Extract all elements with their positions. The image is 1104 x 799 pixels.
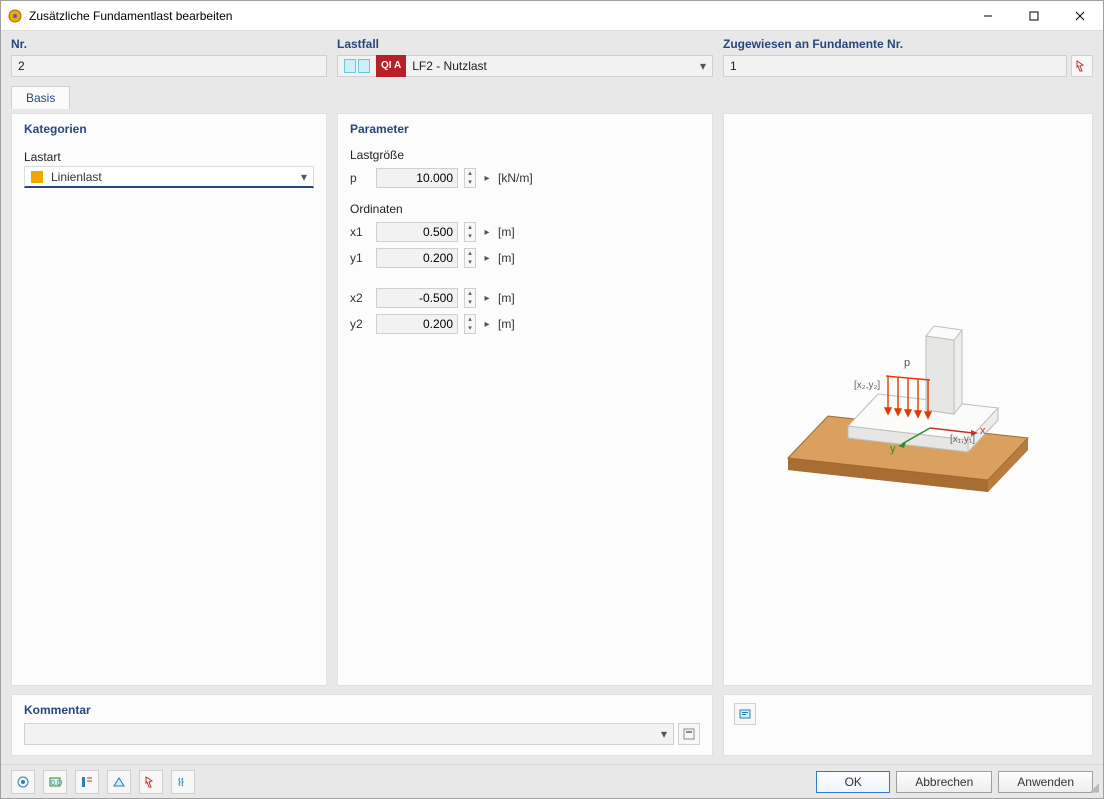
zugewiesen-field[interactable]: 1: [723, 55, 1067, 77]
x2-label: x2: [350, 291, 370, 305]
cancel-button[interactable]: Abbrechen: [896, 771, 992, 793]
panel-kommentar: Kommentar ▾: [11, 694, 713, 756]
script-button[interactable]: [171, 770, 195, 794]
arrow-right-icon[interactable]: ▸: [482, 319, 492, 330]
minimize-button[interactable]: [965, 1, 1011, 30]
nr-label: Nr.: [11, 37, 327, 51]
preview-y-axis: y: [890, 443, 896, 455]
case-color-icon: [344, 59, 370, 73]
svg-text:0,00: 0,00: [51, 780, 62, 787]
x1-label: x1: [350, 225, 370, 239]
preview-pt2-label: [x₂,y₂]: [854, 380, 880, 391]
zugewiesen-label: Zugewiesen an Fundamente Nr.: [723, 37, 1093, 51]
panel-preview: p [x₂,y₂] [x₁,y₁] x y: [723, 113, 1093, 686]
nr-value: 2: [18, 56, 25, 76]
apply-button[interactable]: Anwenden: [998, 771, 1093, 793]
p-spinner[interactable]: ▴▾: [464, 168, 476, 188]
preview-diagram: p [x₂,y₂] [x₁,y₁] x y: [724, 114, 1092, 685]
lastfall-tag: QI A: [376, 55, 406, 77]
zugewiesen-value: 1: [730, 56, 737, 76]
lastart-label: Lastart: [24, 150, 314, 164]
panel-kategorien: Kategorien Lastart Linienlast ▾: [11, 113, 327, 686]
view-button[interactable]: [107, 770, 131, 794]
x1-unit: [m]: [498, 225, 515, 239]
lastart-value: Linienlast: [51, 170, 102, 184]
preview-x-axis: x: [980, 425, 986, 437]
header-groups: Nr. 2 Lastfall QI A LF2 - Nutzlast ▾ Zug…: [1, 31, 1103, 85]
p-unit: [kN/m]: [498, 171, 533, 185]
x1-input[interactable]: [376, 222, 458, 242]
arrow-right-icon[interactable]: ▸: [482, 173, 492, 184]
x1-spinner[interactable]: ▴▾: [464, 222, 476, 242]
filter-button[interactable]: [75, 770, 99, 794]
help-button[interactable]: [11, 770, 35, 794]
arrow-right-icon[interactable]: ▸: [482, 253, 492, 264]
arrow-right-icon[interactable]: ▸: [482, 293, 492, 304]
p-label: p: [350, 171, 370, 185]
ordinaten-label: Ordinaten: [350, 202, 700, 216]
select-button[interactable]: [139, 770, 163, 794]
close-button[interactable]: [1057, 1, 1103, 30]
kommentar-field[interactable]: ▾: [24, 723, 674, 745]
x2-input[interactable]: [376, 288, 458, 308]
resize-grip[interactable]: ◢: [1090, 780, 1099, 794]
lastfall-value: LF2 - Nutzlast: [412, 56, 487, 76]
y2-spinner[interactable]: ▴▾: [464, 314, 476, 334]
lastfall-label: Lastfall: [337, 37, 713, 51]
y1-input[interactable]: [376, 248, 458, 268]
y1-label: y1: [350, 251, 370, 265]
lastgroesse-label: Lastgröße: [350, 148, 700, 162]
parameter-title: Parameter: [338, 114, 712, 140]
maximize-button[interactable]: [1011, 1, 1057, 30]
arrow-right-icon[interactable]: ▸: [482, 227, 492, 238]
footer: 0,00 OK Abbrechen Anwenden: [1, 764, 1103, 798]
app-icon: [7, 8, 23, 24]
lastart-select[interactable]: Linienlast ▾: [24, 166, 314, 188]
lastfall-select[interactable]: QI A LF2 - Nutzlast ▾: [337, 55, 713, 77]
kommentar-title: Kommentar: [12, 695, 712, 721]
p-input[interactable]: [376, 168, 458, 188]
y2-unit: [m]: [498, 317, 515, 331]
pick-in-model-button[interactable]: [1071, 55, 1093, 77]
kommentar-library-button[interactable]: [678, 723, 700, 745]
kategorien-title: Kategorien: [12, 114, 326, 140]
chevron-down-icon: ▾: [301, 170, 307, 184]
y2-label: y2: [350, 317, 370, 331]
tab-bar: Basis: [1, 85, 1103, 109]
y1-spinner[interactable]: ▴▾: [464, 248, 476, 268]
y2-input[interactable]: [376, 314, 458, 334]
panel-spacer: [723, 694, 1093, 756]
print-preview-button[interactable]: [734, 703, 756, 725]
units-button[interactable]: 0,00: [43, 770, 67, 794]
tab-basis[interactable]: Basis: [11, 86, 70, 109]
titlebar: Zusätzliche Fundamentlast bearbeiten: [1, 1, 1103, 31]
panel-parameter: Parameter Lastgröße p ▴▾ ▸ [kN/m] Ordina…: [337, 113, 713, 686]
ok-button[interactable]: OK: [816, 771, 890, 793]
preview-pt1-label: [x₁,y₁]: [950, 434, 975, 445]
nr-field[interactable]: 2: [11, 55, 327, 77]
x2-unit: [m]: [498, 291, 515, 305]
window-title: Zusätzliche Fundamentlast bearbeiten: [29, 9, 965, 23]
x2-spinner[interactable]: ▴▾: [464, 288, 476, 308]
y1-unit: [m]: [498, 251, 515, 265]
chevron-down-icon: ▾: [661, 724, 667, 744]
chevron-down-icon: ▾: [700, 56, 706, 76]
preview-p-label: p: [904, 357, 910, 369]
lastart-color-icon: [31, 171, 43, 183]
